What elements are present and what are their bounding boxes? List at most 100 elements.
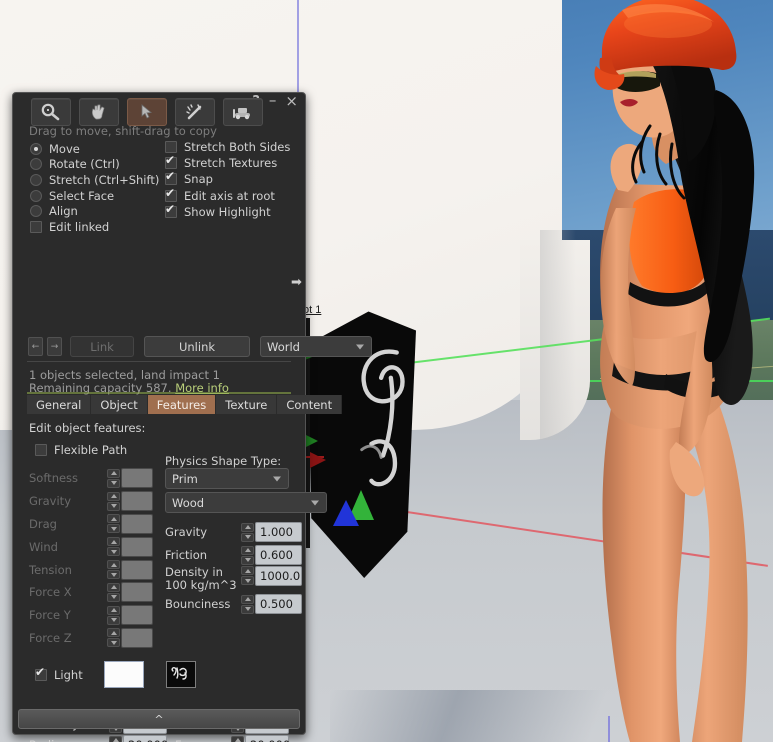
spinner-up[interactable] bbox=[107, 491, 120, 501]
spinner-up[interactable] bbox=[241, 522, 254, 532]
checkbox-label: Stretch Textures bbox=[184, 156, 278, 171]
spinner-up[interactable] bbox=[241, 545, 254, 555]
spinner-up[interactable] bbox=[107, 628, 120, 638]
checkbox-label: Edit linked bbox=[49, 219, 110, 234]
checkbox-stretch-both-sides[interactable]: Stretch Both Sides bbox=[165, 139, 290, 155]
spinner-down[interactable] bbox=[107, 615, 120, 625]
spinner-down[interactable] bbox=[107, 478, 120, 488]
spinner-drag[interactable] bbox=[107, 514, 120, 534]
physics-shape-type-dropdown[interactable]: Prim bbox=[165, 468, 289, 489]
link-button[interactable]: Link bbox=[70, 336, 134, 357]
spinner-up[interactable] bbox=[241, 594, 254, 604]
light-texture-thumbnail[interactable] bbox=[165, 661, 196, 688]
focus-tool-button[interactable] bbox=[31, 98, 71, 126]
checkbox-flexible-path[interactable]: Flexible Path bbox=[35, 443, 127, 457]
prev-object-button[interactable]: ← bbox=[28, 337, 43, 356]
tab-features[interactable]: Features bbox=[147, 395, 217, 414]
spinner-physics-bounciness[interactable] bbox=[241, 594, 254, 614]
field-physics-density[interactable]: 1000.0 bbox=[255, 566, 302, 586]
spinner-radius[interactable] bbox=[109, 735, 122, 742]
spinner-down[interactable] bbox=[241, 532, 254, 542]
field-physics-friction[interactable]: 0.600 bbox=[255, 545, 302, 565]
spinner-wind[interactable] bbox=[107, 537, 120, 557]
spinner-down[interactable] bbox=[107, 524, 120, 534]
edit-options-group[interactable]: Stretch Both Sides Stretch Textures Snap… bbox=[165, 139, 290, 220]
tab-object[interactable]: Object bbox=[91, 395, 148, 414]
unlink-button[interactable]: Unlink bbox=[144, 336, 250, 357]
create-tool-button[interactable] bbox=[175, 98, 215, 126]
spinner-force-x[interactable] bbox=[107, 582, 120, 602]
radio-stretch[interactable]: Stretch (Ctrl+Shift) bbox=[30, 172, 159, 188]
build-tools-floater[interactable]: ? – × bbox=[12, 92, 372, 742]
move-tool-button[interactable] bbox=[79, 98, 119, 126]
drag-hint-text: Drag to move, shift-drag to copy bbox=[29, 124, 217, 138]
spinner-down[interactable] bbox=[107, 592, 120, 602]
spinner-force-y[interactable] bbox=[107, 605, 120, 625]
checkbox-edit-axis-at-root[interactable]: Edit axis at root bbox=[165, 186, 290, 204]
checkbox-stretch-textures[interactable]: Stretch Textures bbox=[165, 153, 290, 171]
spinner-down[interactable] bbox=[241, 576, 254, 585]
spinner-gravity-flex[interactable] bbox=[107, 491, 120, 511]
checkbox-edit-linked[interactable]: Edit linked bbox=[30, 219, 159, 235]
radio-select-face[interactable]: Select Face bbox=[30, 188, 159, 204]
axis-handle-blue[interactable] bbox=[333, 500, 359, 526]
reference-frame-dropdown[interactable]: World bbox=[260, 336, 372, 357]
field-radius[interactable]: 20.000 bbox=[123, 735, 168, 742]
collapse-bar[interactable]: ^ bbox=[18, 709, 300, 729]
radio-rotate[interactable]: Rotate (Ctrl) bbox=[30, 157, 159, 173]
spinner-up[interactable] bbox=[107, 605, 120, 615]
expand-arrow-icon[interactable]: ➡ bbox=[291, 275, 302, 290]
light-color-swatch[interactable] bbox=[103, 661, 144, 688]
radio-move[interactable]: Move bbox=[30, 141, 159, 157]
spinner-up[interactable] bbox=[109, 735, 122, 742]
field-focus[interactable]: 20.000 bbox=[245, 735, 290, 742]
param-label: Softness bbox=[29, 471, 79, 486]
spinner-up[interactable] bbox=[231, 735, 244, 742]
field-physics-bounciness[interactable]: 0.500 bbox=[255, 594, 302, 614]
spinner-down[interactable] bbox=[107, 638, 120, 648]
field-drag bbox=[121, 513, 153, 534]
spinner-focus[interactable] bbox=[231, 735, 244, 742]
spinner-physics-friction[interactable] bbox=[241, 545, 254, 565]
spinner-up[interactable] bbox=[107, 514, 120, 524]
spinner-up[interactable] bbox=[107, 468, 120, 478]
tab-general[interactable]: General bbox=[27, 395, 92, 414]
spinner-softness[interactable] bbox=[107, 468, 120, 488]
edit-mode-radio-group[interactable]: Move Rotate (Ctrl) Stretch (Ctrl+Shift) … bbox=[30, 141, 159, 235]
floater-titlebar[interactable]: ? – × bbox=[13, 93, 305, 126]
radio-align[interactable]: Align bbox=[30, 203, 159, 219]
spinner-tension[interactable] bbox=[107, 560, 120, 580]
spinner-force-z[interactable] bbox=[107, 628, 120, 648]
param-label: Tension bbox=[29, 562, 72, 577]
radio-label: Align bbox=[49, 204, 78, 219]
next-object-button[interactable]: → bbox=[47, 337, 62, 356]
texture-signature-icon bbox=[171, 667, 187, 680]
avatar[interactable] bbox=[556, 0, 773, 742]
spinner-down[interactable] bbox=[107, 501, 120, 511]
spinner-down[interactable] bbox=[241, 604, 254, 614]
minimize-button[interactable]: – bbox=[269, 93, 277, 108]
close-button[interactable]: × bbox=[285, 94, 298, 109]
spinner-up[interactable] bbox=[107, 537, 120, 547]
spinner-physics-density[interactable] bbox=[241, 566, 254, 585]
checkbox-show-highlight[interactable]: Show Highlight bbox=[165, 202, 290, 220]
flexible-params-column: Softness Gravity Drag Wind Tension Force… bbox=[29, 467, 153, 649]
spinner-down[interactable] bbox=[241, 555, 254, 565]
land-tool-button[interactable] bbox=[223, 98, 263, 126]
field-physics-gravity[interactable]: 1.000 bbox=[255, 522, 302, 542]
link-controls-row[interactable]: ← → Link Unlink World bbox=[28, 336, 372, 357]
spinner-up[interactable] bbox=[107, 582, 120, 592]
edit-tool-button[interactable] bbox=[127, 98, 167, 126]
tab-texture[interactable]: Texture bbox=[216, 395, 278, 414]
spinner-physics-gravity[interactable] bbox=[241, 522, 254, 542]
spinner-down[interactable] bbox=[107, 547, 120, 557]
spinner-up[interactable] bbox=[107, 560, 120, 570]
spinner-down[interactable] bbox=[107, 570, 120, 580]
light-row[interactable]: Light bbox=[35, 661, 196, 688]
spinner-up[interactable] bbox=[241, 566, 254, 575]
axis-arrow-red[interactable] bbox=[310, 452, 326, 468]
tab-bar[interactable]: General Object Features Texture Content bbox=[27, 395, 343, 414]
checkbox-snap[interactable]: Snap bbox=[165, 169, 290, 187]
tab-content[interactable]: Content bbox=[277, 395, 343, 414]
material-dropdown[interactable]: Wood bbox=[165, 492, 327, 513]
